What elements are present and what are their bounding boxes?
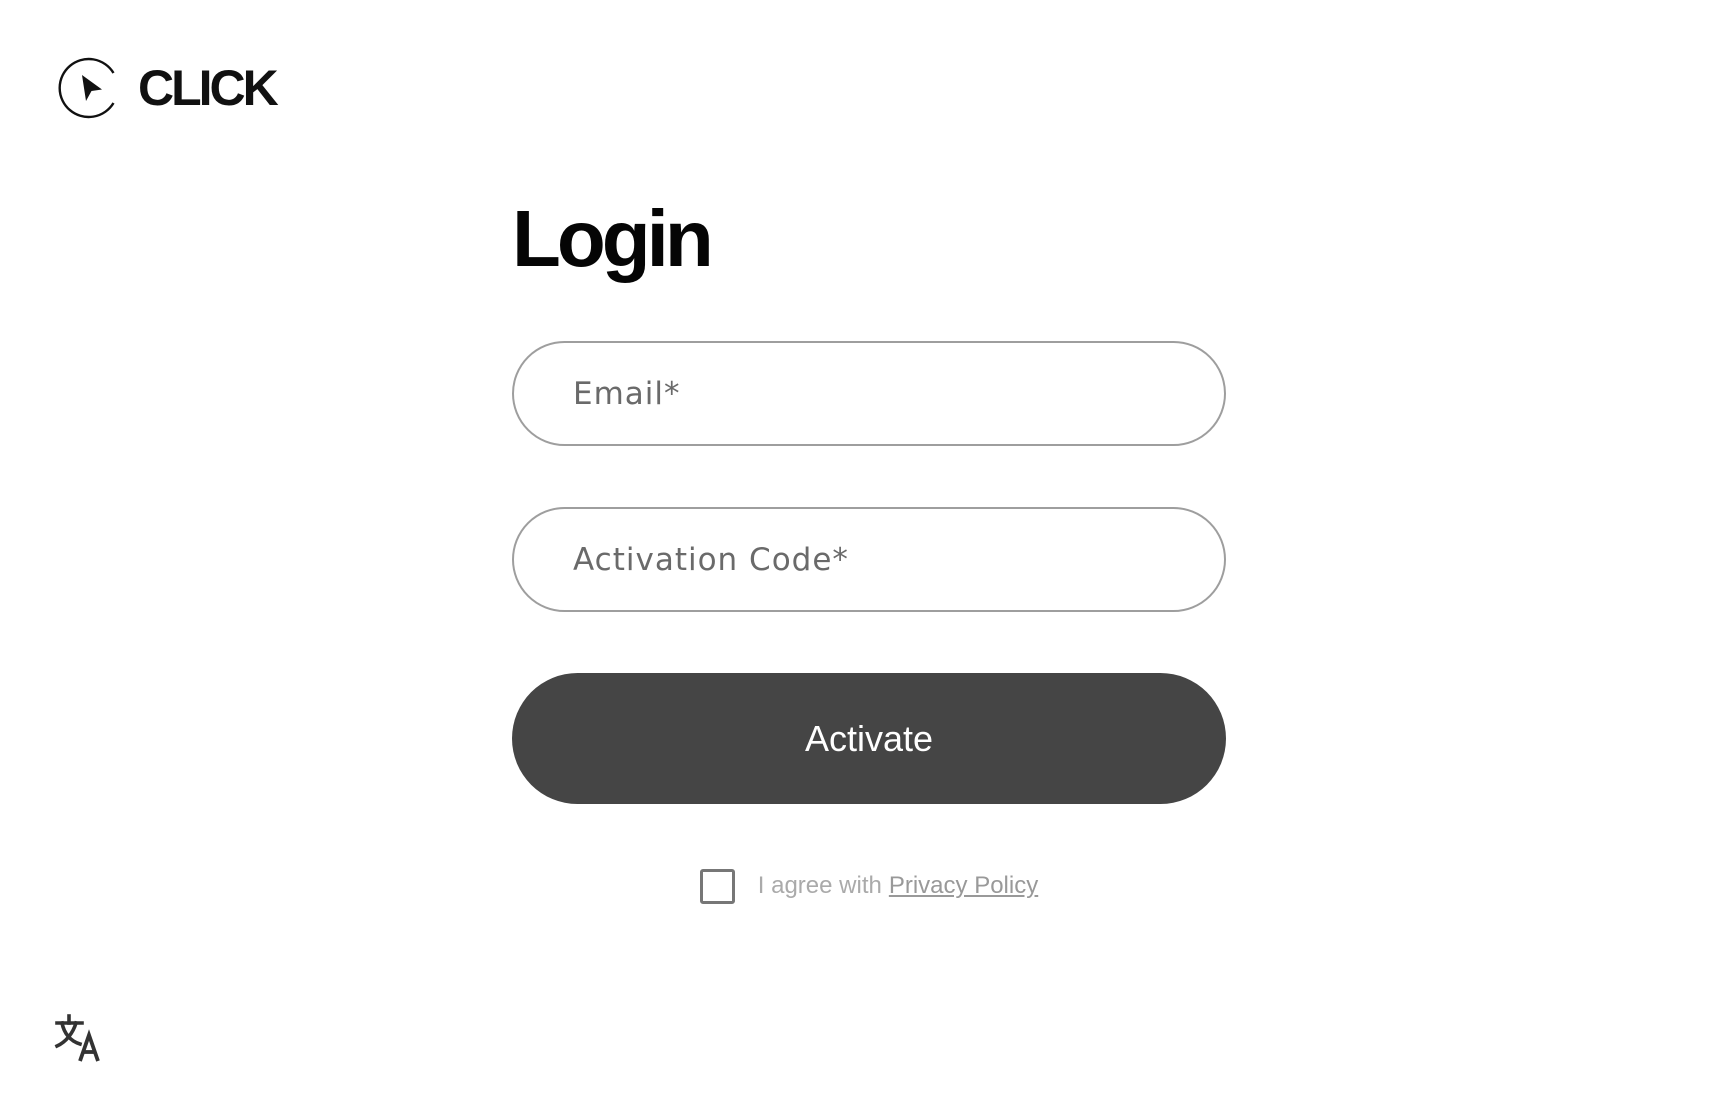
brand-name: CLICK [138, 60, 279, 116]
privacy-policy-link[interactable]: Privacy Policy [889, 872, 1038, 900]
activation-code-field[interactable] [512, 507, 1226, 612]
privacy-agreement: I agree with Privacy Policy [512, 868, 1226, 904]
page-title: Login [512, 194, 714, 283]
cursor-circle-icon [58, 57, 115, 119]
language-button[interactable] [54, 1013, 104, 1063]
login-form: Login Activate I agree with Privacy Poli… [512, 183, 1226, 904]
brand-logo: CLICK [58, 56, 279, 120]
translate-icon [54, 1014, 100, 1062]
activate-button[interactable]: Activate [512, 673, 1226, 804]
agree-label: I agree with [757, 872, 882, 899]
email-field[interactable] [512, 341, 1226, 446]
privacy-checkbox[interactable] [699, 868, 735, 904]
